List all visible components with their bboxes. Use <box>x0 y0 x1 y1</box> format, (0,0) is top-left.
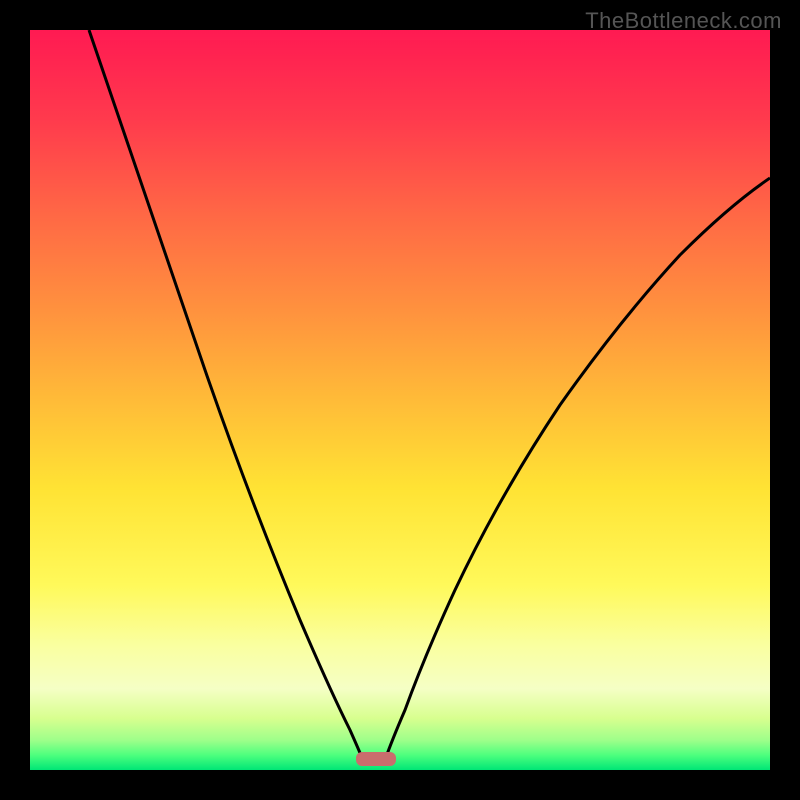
left-curve <box>89 30 363 760</box>
optimal-range-marker <box>356 752 396 766</box>
watermark-text: TheBottleneck.com <box>585 8 782 34</box>
curves-layer <box>30 30 770 770</box>
right-curve <box>385 178 770 760</box>
chart-plot-area <box>30 30 770 770</box>
